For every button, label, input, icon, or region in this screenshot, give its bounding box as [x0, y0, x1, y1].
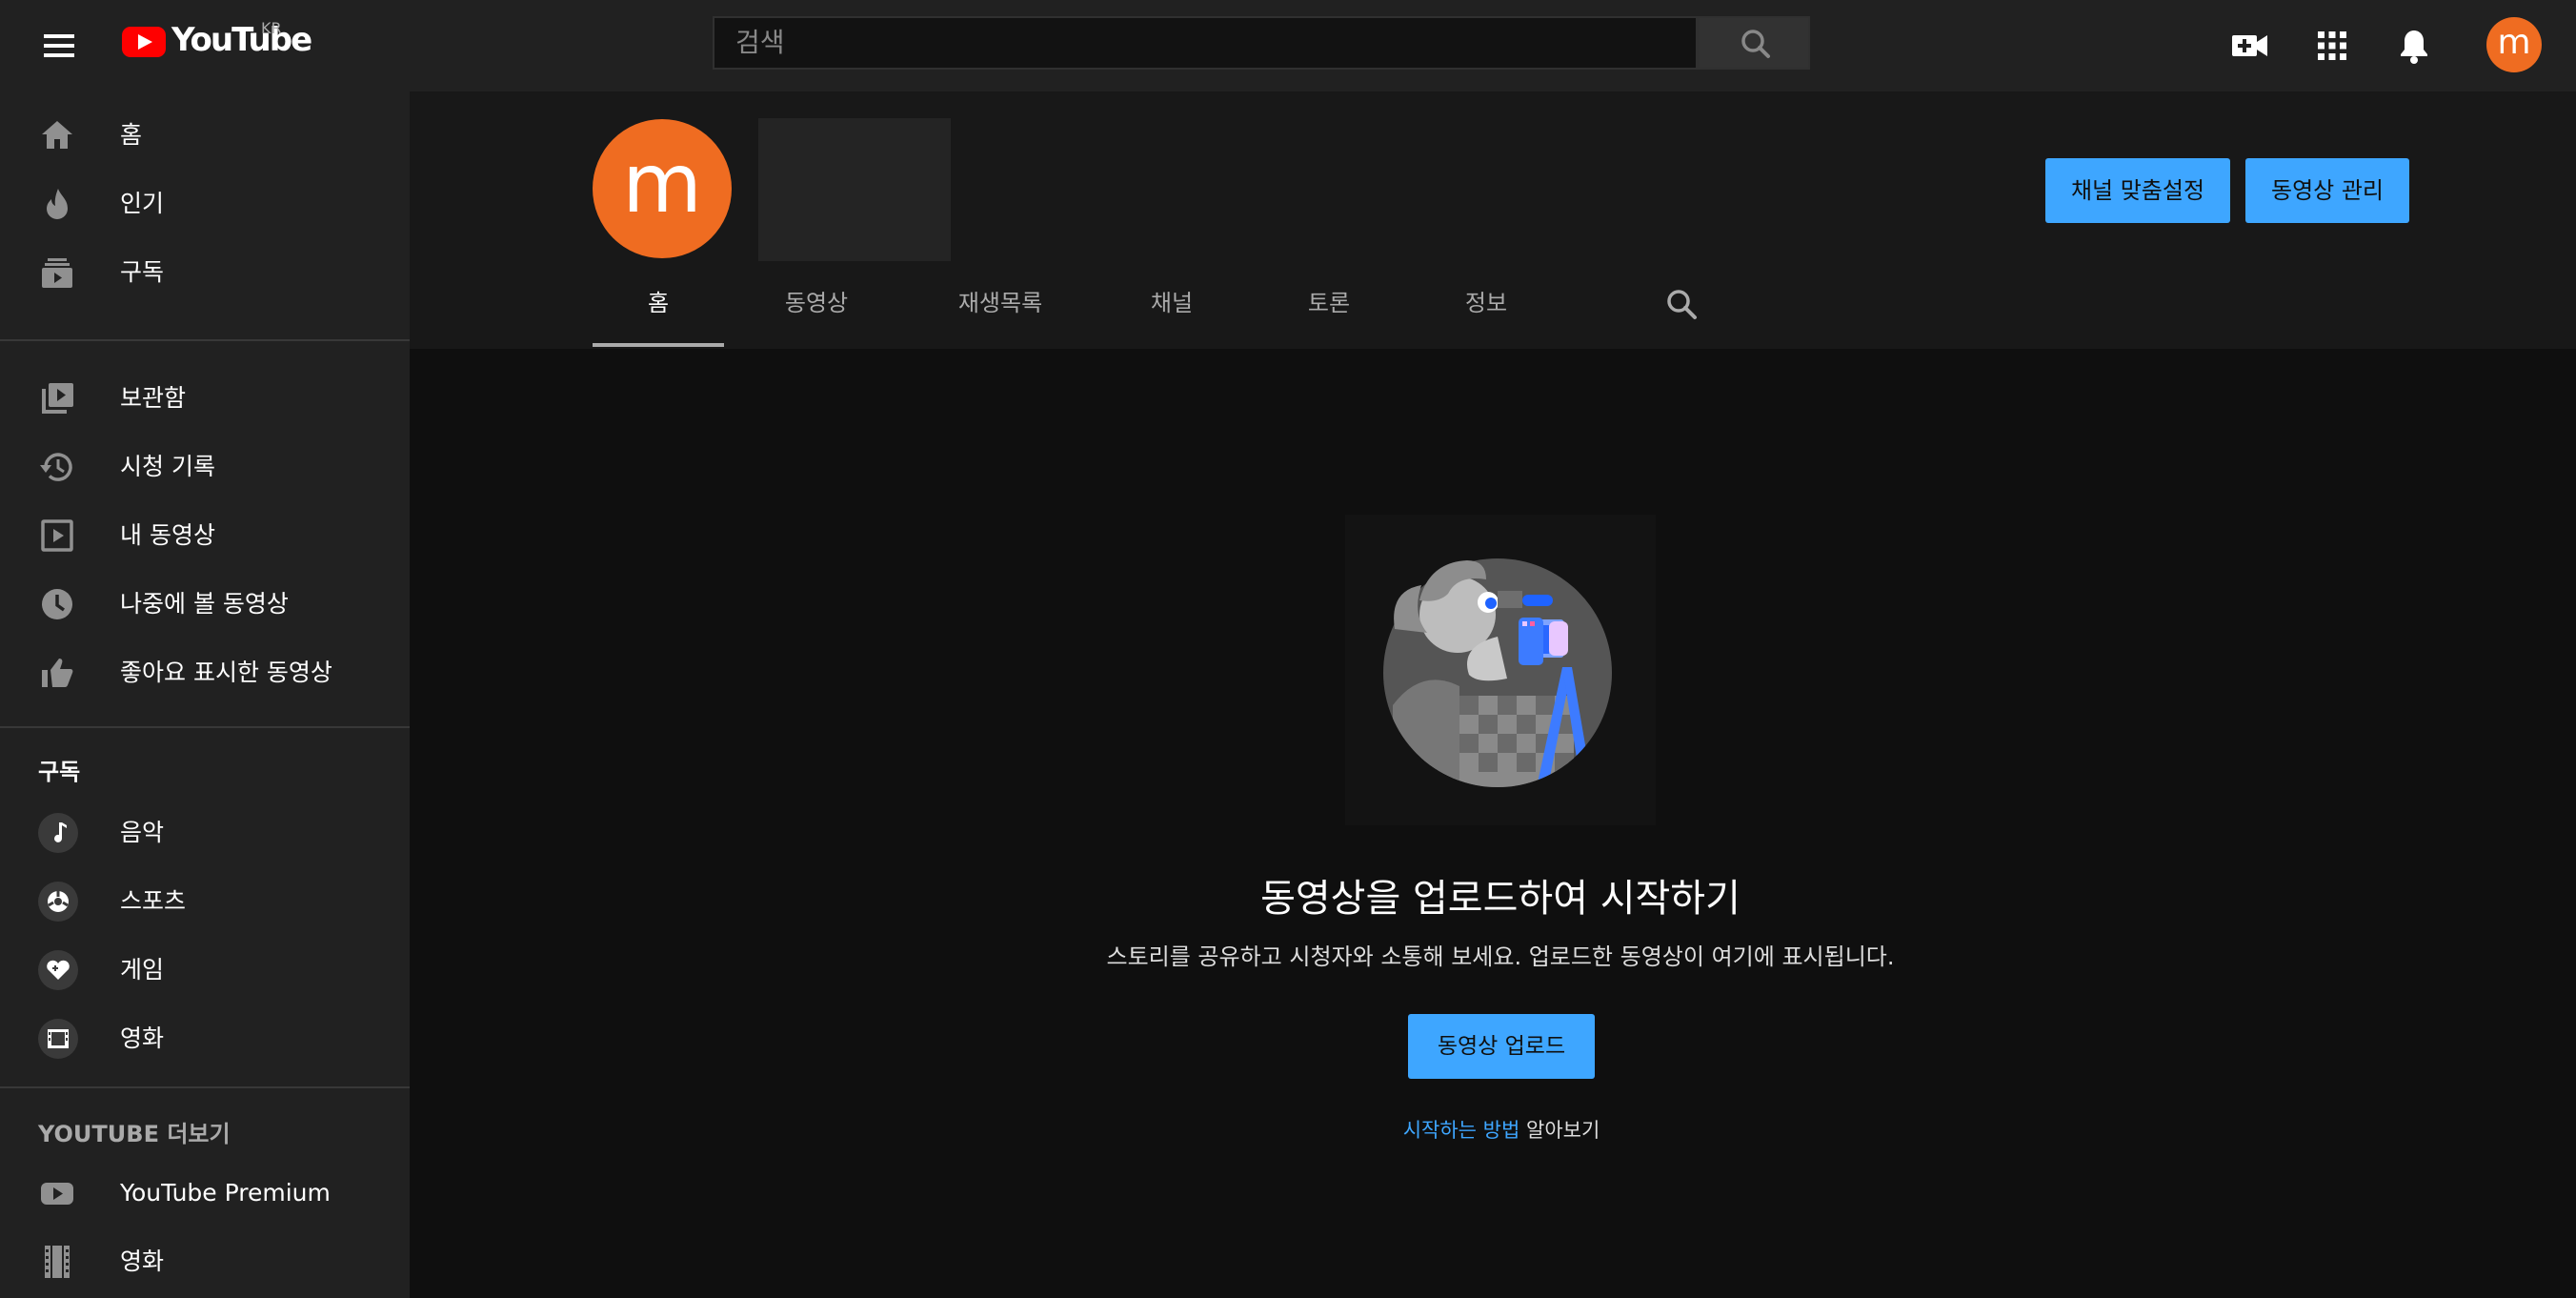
manage-videos-button[interactable]: 동영상 관리 [2245, 158, 2409, 223]
upload-video-button[interactable]: 동영상 업로드 [1408, 1014, 1595, 1079]
search-input[interactable]: 검색 [713, 16, 1698, 70]
logo-text: YouTube [171, 21, 312, 59]
sidebar-item-sports[interactable]: 스포츠 [0, 867, 410, 936]
channel-avatar[interactable]: m [593, 119, 732, 258]
sidebar-item-history[interactable]: 시청 기록 [0, 433, 410, 501]
sidebar-item-subscriptions[interactable]: 구독 [0, 238, 410, 307]
sidebar: 홈 인기 구독 보관함 시청 기록 내 동영상 나중에 볼 동영상 좋아요 표시… [0, 91, 410, 1298]
tab-discussion[interactable]: 토론 [1272, 261, 1386, 345]
sidebar-divider [0, 1086, 410, 1088]
sidebar-item-label: 좋아요 표시한 동영상 [120, 659, 332, 686]
more-from-youtube-heading: YOUTUBE 더보기 [38, 1121, 231, 1147]
thumbs-up-icon [42, 659, 73, 687]
sports-icon [38, 882, 78, 922]
search-button[interactable] [1698, 16, 1810, 70]
sidebar-item-movies[interactable]: 영화 [0, 1227, 410, 1296]
sidebar-item-label: 인기 [120, 190, 165, 217]
sidebar-item-label: 영화 [120, 1247, 165, 1275]
tab-about[interactable]: 정보 [1429, 261, 1543, 345]
notifications-bell-icon[interactable] [2391, 23, 2437, 69]
country-code: KR [261, 19, 282, 37]
tab-channels[interactable]: 채널 [1115, 261, 1229, 345]
my-videos-icon [41, 519, 73, 552]
sidebar-item-liked-videos[interactable]: 좋아요 표시한 동영상 [0, 639, 410, 707]
sidebar-item-library[interactable]: 보관함 [0, 364, 410, 433]
create-video-icon[interactable] [2227, 23, 2273, 69]
youtube-play-icon [122, 27, 166, 57]
sidebar-item-label: 게임 [120, 956, 165, 984]
sidebar-item-trending[interactable]: 인기 [0, 170, 410, 238]
sidebar-item-film[interactable]: 영화 [0, 1004, 410, 1073]
channel-search-tab[interactable] [1629, 261, 1734, 345]
sidebar-divider [0, 726, 410, 728]
history-icon [40, 453, 72, 481]
channel-header: m 채널 맞춤설정 동영상 관리 홈 동영상 재생목록 채널 토론 정보 [410, 91, 2576, 349]
empty-state-description: 스토리를 공유하고 시청자와 소통해 보세요. 업로드한 동영상이 여기에 표시… [1106, 943, 1895, 970]
top-bar: YouTube KR 검색 m [0, 0, 2576, 91]
learn-more-suffix: 알아보기 [1526, 1119, 1600, 1142]
sidebar-item-label: 내 동영상 [120, 521, 215, 549]
library-icon [42, 383, 73, 414]
sidebar-item-home[interactable]: 홈 [0, 101, 410, 170]
learn-more-line: 시작하는 방법 알아보기 [1238, 1115, 1764, 1144]
sidebar-item-youtube-premium[interactable]: YouTube Premium [0, 1159, 410, 1227]
active-tab-indicator [593, 343, 724, 347]
home-icon [42, 121, 72, 149]
gaming-icon [38, 950, 78, 990]
customize-channel-button[interactable]: 채널 맞춤설정 [2045, 158, 2230, 223]
getting-started-link[interactable]: 시작하는 방법 [1403, 1119, 1520, 1142]
sidebar-item-label: 영화 [120, 1024, 165, 1052]
sidebar-item-gaming[interactable]: 게임 [0, 936, 410, 1004]
search-icon [1741, 30, 1770, 58]
tab-videos[interactable]: 동영상 [751, 261, 882, 345]
channel-name-placeholder [758, 118, 951, 261]
account-avatar[interactable]: m [2486, 17, 2542, 72]
menu-icon[interactable] [38, 27, 80, 65]
subscriptions-icon [42, 258, 72, 288]
sidebar-item-my-videos[interactable]: 내 동영상 [0, 501, 410, 570]
search-icon [1667, 290, 1697, 319]
apps-grid-icon[interactable] [2309, 23, 2355, 69]
sidebar-item-label: 홈 [120, 121, 143, 149]
sidebar-item-label: 음악 [120, 819, 165, 846]
empty-state-title: 동영상을 업로드하여 시작하기 [1260, 877, 1741, 921]
videographer-illustration [1345, 515, 1656, 825]
sidebar-item-watch-later[interactable]: 나중에 볼 동영상 [0, 570, 410, 639]
sidebar-item-label: 구독 [120, 258, 165, 286]
sidebar-item-label: 보관함 [120, 384, 187, 412]
sidebar-item-music[interactable]: 음악 [0, 799, 410, 867]
sidebar-item-label: 시청 기록 [120, 453, 215, 480]
clock-icon [42, 589, 72, 619]
film-icon [38, 1019, 78, 1059]
tab-playlists[interactable]: 재생목록 [924, 261, 1077, 345]
sidebar-item-label: 스포츠 [120, 887, 187, 915]
youtube-premium-icon [41, 1183, 73, 1205]
subscriptions-heading: 구독 [38, 759, 81, 785]
sidebar-item-label: YouTube Premium [120, 1179, 331, 1207]
sidebar-divider [0, 339, 410, 341]
fire-icon [47, 189, 68, 219]
sidebar-item-label: 나중에 볼 동영상 [120, 590, 289, 618]
music-icon [38, 813, 78, 853]
movies-icon [45, 1246, 70, 1278]
tab-home[interactable]: 홈 [593, 261, 724, 345]
